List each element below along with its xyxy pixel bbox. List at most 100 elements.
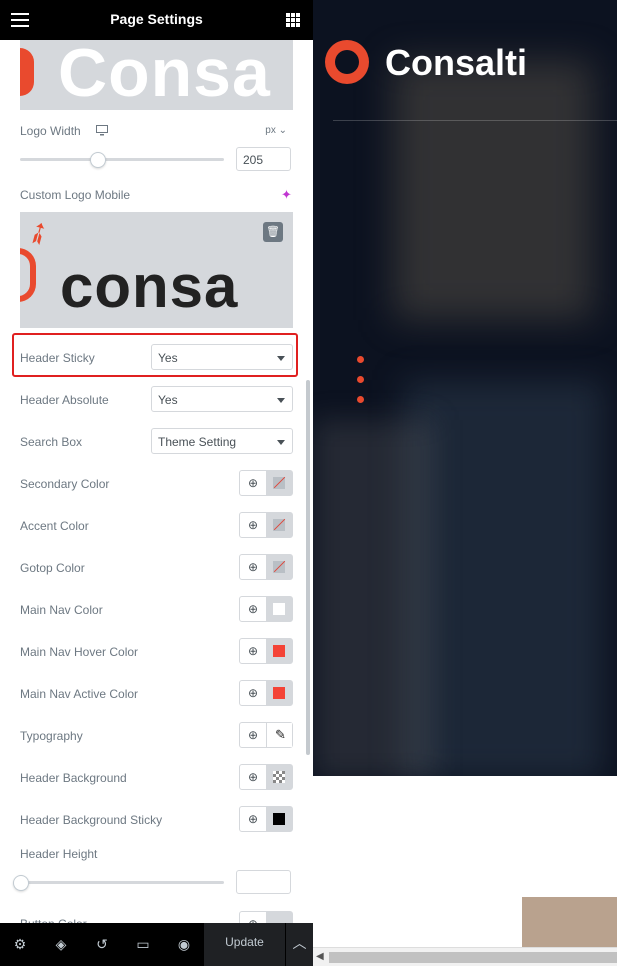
hero-background-blur xyxy=(403,380,603,776)
color-control[interactable]: ⊕ xyxy=(239,680,293,706)
logo-icon xyxy=(325,40,369,84)
color-swatch[interactable] xyxy=(267,807,292,831)
header-height-slider-thumb[interactable] xyxy=(13,875,29,891)
color-control[interactable]: ⊕ xyxy=(239,470,293,496)
swatch-color xyxy=(273,687,285,699)
custom-logo-mobile-label: Custom Logo Mobile xyxy=(20,188,131,202)
swatch-color xyxy=(273,477,285,489)
header-absolute-select[interactable]: Yes xyxy=(151,386,293,412)
color-control[interactable]: ⊕ xyxy=(239,512,293,538)
pencil-icon[interactable]: ✎ xyxy=(275,727,286,743)
color-setting-label: Header Background Sticky xyxy=(20,813,163,827)
update-button[interactable]: Update xyxy=(204,923,285,966)
logo-width-slider-track[interactable] xyxy=(20,158,224,161)
caret-down-icon xyxy=(277,356,285,361)
history-icon[interactable]: ↺ xyxy=(93,935,111,953)
header-absolute-label: Header Absolute xyxy=(20,393,109,407)
mobile-logo-preview[interactable]: ➶ consa xyxy=(20,212,293,328)
panel-scrollbar[interactable] xyxy=(306,380,310,755)
page-preview: Consalti ◀ xyxy=(313,0,617,966)
unit-selector[interactable]: px ⌄ xyxy=(265,125,287,136)
color-setting-label: Main Nav Hover Color xyxy=(20,645,139,659)
color-setting-label: Main Nav Active Color xyxy=(20,687,139,701)
brand-name: Consalti xyxy=(385,42,528,83)
color-swatch[interactable] xyxy=(267,597,292,621)
logo-preview-text: Consa xyxy=(58,40,271,110)
site-logo[interactable]: Consalti xyxy=(325,38,585,88)
chevron-up-icon[interactable]: ︿ xyxy=(286,923,313,966)
header-height-input[interactable] xyxy=(236,870,291,894)
scroll-left-icon[interactable]: ◀ xyxy=(316,951,324,962)
globe-icon[interactable]: ⊕ xyxy=(240,471,267,495)
horizontal-scrollbar[interactable]: ◀ xyxy=(313,947,617,966)
color-swatch[interactable] xyxy=(267,765,292,789)
logo-mark xyxy=(20,48,34,96)
search-box-select[interactable]: Theme Setting xyxy=(151,428,293,454)
globe-icon[interactable]: ⊕ xyxy=(240,807,267,831)
header-absolute-value: Yes xyxy=(158,393,178,407)
mobile-logo-text: consa xyxy=(60,253,239,320)
color-control[interactable]: ⊕ xyxy=(239,596,293,622)
search-box-label: Search Box xyxy=(20,435,83,449)
globe-icon[interactable]: ⊕ xyxy=(240,681,267,705)
header-height-label: Header Height xyxy=(20,847,98,861)
globe-icon[interactable]: ⊕ xyxy=(240,723,267,747)
swatch-color xyxy=(273,603,285,615)
globe-icon[interactable]: ⊕ xyxy=(240,555,267,579)
search-box-value: Theme Setting xyxy=(158,435,237,449)
color-swatch[interactable] xyxy=(267,639,292,663)
header-sticky-select[interactable]: Yes xyxy=(151,344,293,370)
color-swatch[interactable] xyxy=(267,471,292,495)
swatch-color xyxy=(273,561,285,573)
color-control[interactable]: ⊕ xyxy=(239,554,293,580)
color-control[interactable]: ⊕ xyxy=(239,638,293,664)
widgets-grid-icon[interactable] xyxy=(286,13,300,27)
color-swatch[interactable]: ✎ xyxy=(267,723,292,747)
header-height-slider-track[interactable] xyxy=(20,881,224,884)
color-setting-label: Gotop Color xyxy=(20,561,85,575)
hero-background-blur xyxy=(313,420,433,776)
swatch-color xyxy=(273,645,285,657)
logo-width-label: Logo Width xyxy=(20,124,81,138)
hero-section: Consalti xyxy=(313,0,617,776)
globe-icon[interactable]: ⊕ xyxy=(240,513,267,537)
color-setting-label: Main Nav Color xyxy=(20,603,103,617)
logo-arrow: ➶ xyxy=(20,212,58,255)
color-swatch[interactable] xyxy=(267,681,292,705)
layers-icon[interactable]: ◈ xyxy=(52,935,70,953)
panel-title: Page Settings xyxy=(110,11,203,27)
color-setting-label: Accent Color xyxy=(20,519,89,533)
desktop-icon[interactable] xyxy=(96,125,108,136)
globe-icon[interactable]: ⊕ xyxy=(240,597,267,621)
ai-sparkle-icon[interactable]: ✦ xyxy=(281,187,292,203)
swatch-color xyxy=(273,771,285,783)
header-divider xyxy=(333,120,617,121)
logo-image-preview[interactable]: Consa xyxy=(20,40,293,110)
logo-arc xyxy=(20,248,36,302)
panel-header: Page Settings xyxy=(0,0,313,40)
scrollbar-thumb[interactable] xyxy=(329,952,617,963)
hero-background-blur xyxy=(393,60,593,320)
preview-eye-icon[interactable]: ◉ xyxy=(175,935,193,953)
slider-dots[interactable] xyxy=(357,356,364,416)
color-control[interactable]: ⊕ ✎ xyxy=(239,722,293,748)
color-setting-label: Typography xyxy=(20,729,83,743)
settings-gear-icon[interactable]: ⚙ xyxy=(11,935,29,953)
color-control[interactable]: ⊕ xyxy=(239,764,293,790)
responsive-mode-icon[interactable]: ▭ xyxy=(134,935,152,953)
panel-footer: ⚙ ◈ ↺ ▭ ◉ Update ︿ xyxy=(0,923,313,966)
trash-icon[interactable]: 🗑 xyxy=(263,222,283,242)
logo-width-input[interactable]: 205 xyxy=(236,147,291,171)
header-sticky-value: Yes xyxy=(158,351,178,365)
color-swatch[interactable] xyxy=(267,555,292,579)
swatch-color xyxy=(273,519,285,531)
color-swatch[interactable] xyxy=(267,513,292,537)
page-settings-panel: Page Settings Consa Logo Width px ⌄ 205 … xyxy=(0,0,314,966)
globe-icon[interactable]: ⊕ xyxy=(240,765,267,789)
color-control[interactable]: ⊕ xyxy=(239,806,293,832)
logo-width-slider-thumb[interactable] xyxy=(90,152,107,168)
color-setting-label: Header Background xyxy=(20,771,127,785)
globe-icon[interactable]: ⊕ xyxy=(240,639,267,663)
content-image xyxy=(522,897,617,947)
caret-down-icon xyxy=(277,398,285,403)
